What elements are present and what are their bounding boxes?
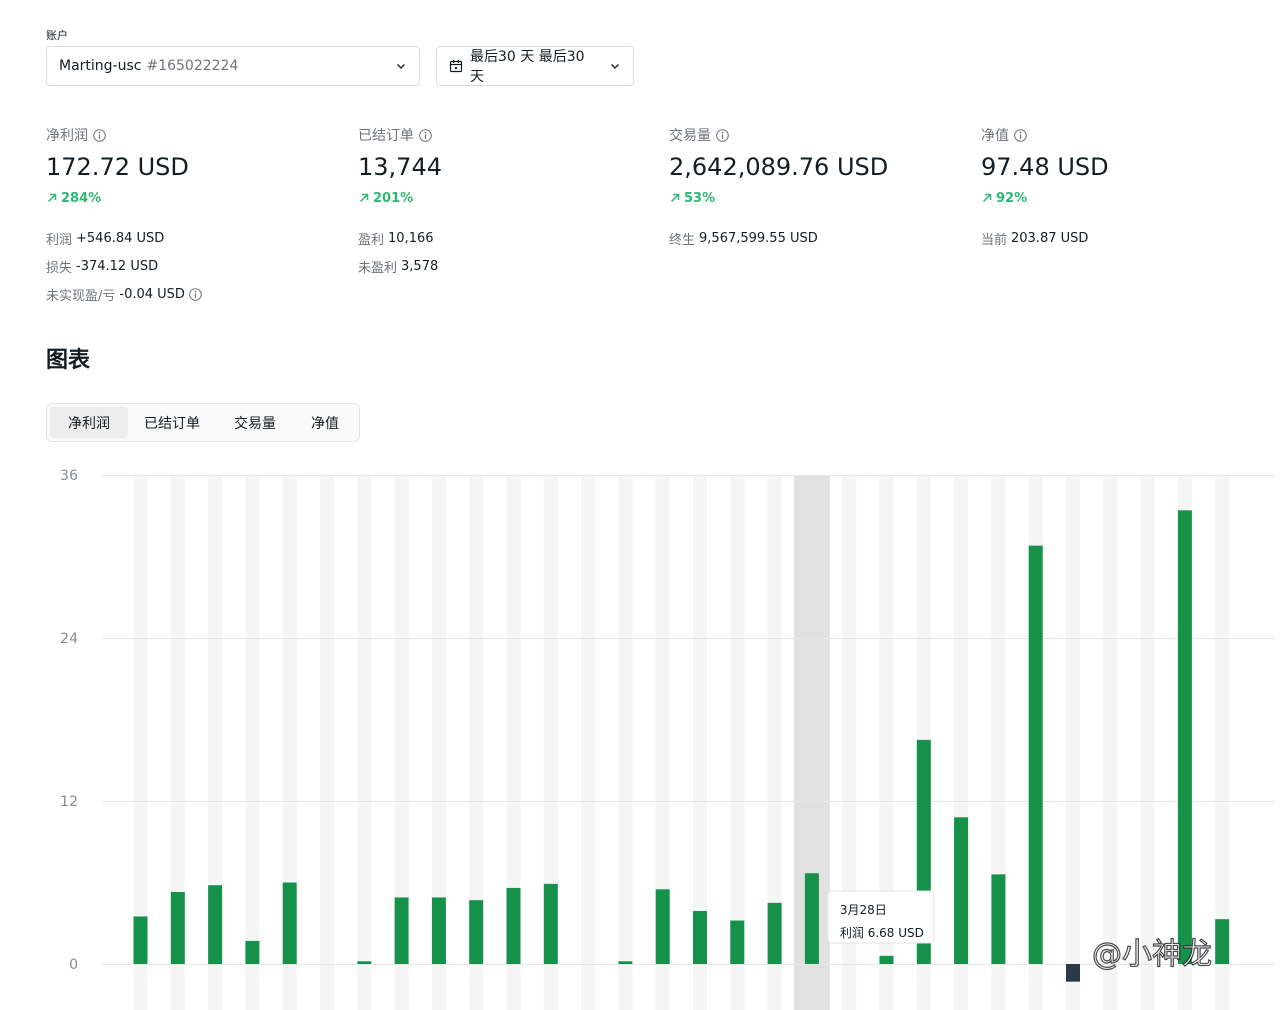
bar (133, 916, 148, 964)
bar (767, 902, 782, 964)
detail-label: 损失 (46, 260, 73, 276)
stat-change: 201% (373, 190, 414, 206)
column-stripe (618, 475, 633, 1010)
account-label: 账户 (46, 29, 68, 42)
calendar-icon (449, 59, 463, 73)
account-id: #165022224 (146, 58, 239, 74)
bar (394, 897, 409, 964)
stat-title: 交易量 (669, 128, 711, 144)
info-icon[interactable] (419, 128, 432, 142)
bar (804, 873, 819, 964)
bar (245, 940, 260, 964)
stat-volume: 交易量 2,642,089.76 USD 53% 终生 9,567,599.55 … (669, 126, 969, 252)
bar (282, 882, 297, 964)
stat-value: 97.48 USD (981, 153, 1109, 181)
bar (208, 885, 223, 964)
detail-label: 利润 (46, 232, 73, 248)
arrow-up-right-icon (669, 192, 681, 204)
column-stripe (320, 475, 334, 1010)
bar (1177, 510, 1192, 964)
column-stripe (357, 475, 372, 1010)
column-stripe (245, 475, 260, 1010)
stat-value: 172.72 USD (46, 153, 189, 181)
detail-label: 当前 (981, 232, 1008, 248)
bar (618, 961, 633, 964)
bar (991, 874, 1006, 964)
bar (730, 920, 745, 964)
stat-value: 13,744 (358, 153, 442, 181)
bar (879, 955, 894, 964)
tooltip-date: 3月28日 (840, 903, 887, 917)
y-tick-label: 12 (60, 794, 78, 810)
detail-label: 终生 (669, 232, 696, 248)
stat-title: 净值 (981, 128, 1009, 144)
detail-value: 10,166 (388, 230, 434, 246)
stat-title: 净利润 (46, 128, 88, 144)
bar (693, 911, 707, 964)
stat-value: 2,642,089.76 USD (669, 153, 889, 181)
stat-change: 53% (684, 190, 716, 206)
tooltip-value: 利润 6.68 USD (840, 926, 924, 940)
tooltip: 3月28日利润 6.68 USD (827, 890, 935, 944)
tab-closed-orders[interactable]: 已结订单 (128, 407, 216, 438)
stat-equity: 净值 97.48 USD 92% 当前 203.87 USD (981, 126, 1280, 252)
detail-value: +546.84 USD (76, 230, 165, 246)
detail-value: 3,578 (401, 258, 439, 274)
tab-equity[interactable]: 净值 (294, 407, 356, 438)
watermark-text: @小神龙 (1092, 937, 1212, 972)
date-range-label: 最后30 天 最后30 天 (470, 49, 585, 85)
bar (506, 887, 521, 964)
column-stripe (581, 475, 596, 1010)
column-stripe (1103, 475, 1118, 1010)
bar (1028, 545, 1043, 964)
detail-value: -374.12 USD (76, 258, 159, 274)
info-icon[interactable] (1014, 128, 1027, 142)
arrow-up-right-icon (46, 192, 58, 204)
detail-value: 203.87 USD (1011, 230, 1089, 246)
bar (469, 900, 484, 964)
bar (543, 883, 558, 964)
detail-label: 盈利 (358, 232, 385, 248)
detail-label: 未盈利 (358, 260, 398, 276)
y-tick-label: 24 (60, 631, 78, 647)
bar (954, 817, 969, 964)
info-icon[interactable] (189, 287, 202, 301)
chevron-down-icon (395, 60, 407, 72)
info-icon[interactable] (716, 128, 729, 142)
info-icon[interactable] (93, 128, 106, 142)
bar (431, 897, 446, 964)
detail-value: 9,567,599.55 USD (699, 230, 818, 246)
arrow-up-right-icon (358, 192, 370, 204)
detail-label: 未实现盈/亏 (46, 288, 116, 304)
arrow-up-right-icon (981, 192, 993, 204)
column-stripe (1066, 475, 1080, 1010)
stat-title: 已结订单 (358, 128, 414, 144)
tab-net-profit[interactable]: 净利润 (50, 407, 128, 438)
stat-net-profit: 净利润 172.72 USD 284% 利润 +546.84 USD 损失 -374… (46, 126, 346, 308)
bar (655, 889, 670, 964)
stat-closed-orders: 已结订单 13,744 201% 盈利 10,166 未盈利 3,578 (358, 126, 658, 280)
detail-value: -0.04 USD (119, 286, 185, 302)
bar (170, 892, 185, 964)
tab-volume[interactable]: 交易量 (216, 407, 294, 438)
charts-section-title: 图表 (46, 348, 91, 373)
stat-change: 284% (61, 190, 102, 206)
y-tick-label: 0 (69, 957, 78, 973)
account-select[interactable]: Marting-usc #165022224 (46, 46, 420, 86)
net-profit-bar-chart: 0 12 24 36 3月28日利润 6.68 USD @小神龙 (60, 468, 1275, 1010)
y-tick-label: 36 (60, 468, 78, 484)
stat-change: 92% (996, 190, 1028, 206)
bar (1215, 919, 1230, 964)
account-name: Marting-usc (59, 58, 142, 74)
bar (1066, 964, 1080, 982)
column-stripe (1140, 475, 1155, 1010)
chart-tabs: 净利润 已结订单 交易量 净值 (46, 403, 360, 442)
bar (357, 961, 372, 964)
chevron-down-icon (609, 60, 621, 72)
date-range-picker[interactable]: 最后30 天 最后30 天 (436, 46, 634, 86)
